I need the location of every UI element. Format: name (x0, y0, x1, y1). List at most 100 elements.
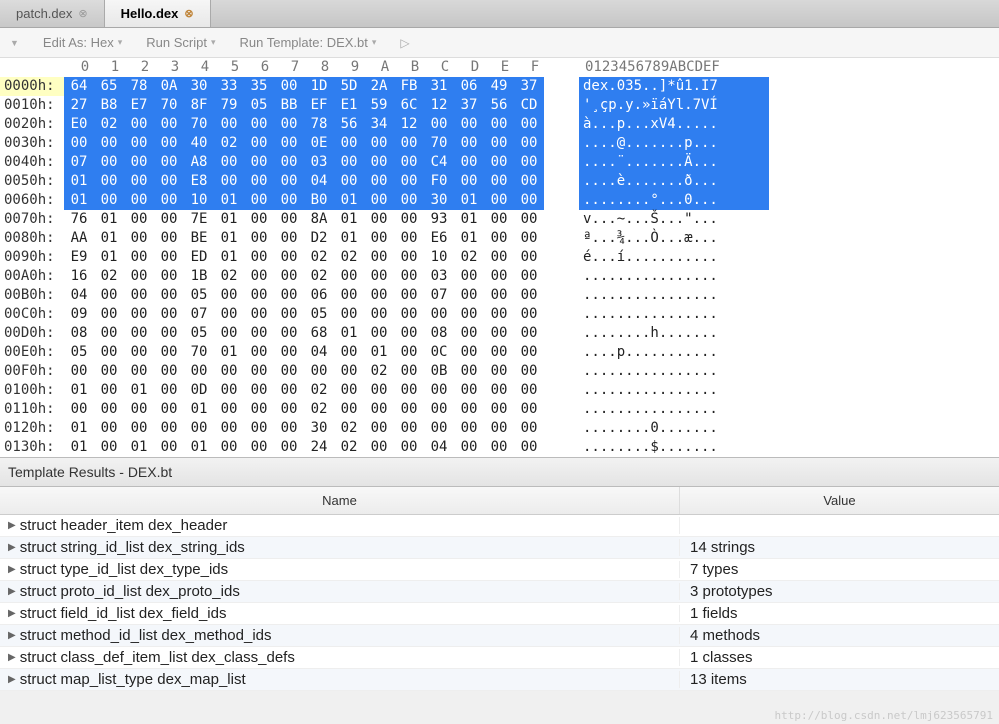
hex-bytes[interactable]: 0500000070010000040001000C000000 (64, 343, 559, 362)
ascii-cell[interactable]: à...p...xV4..... (579, 115, 769, 134)
run-script-dropdown[interactable]: Run Script▾ (146, 35, 215, 50)
result-value: 1 fields (680, 605, 999, 622)
ascii-cell[interactable]: ........°...0... (579, 191, 769, 210)
hex-row[interactable]: 00B0h:04000000050000000600000007000000..… (0, 286, 999, 305)
hex-bytes[interactable]: 01000000000000003002000000000000 (64, 419, 559, 438)
expand-icon[interactable]: ▶ (8, 674, 16, 685)
expand-icon[interactable]: ▶ (8, 630, 16, 641)
hex-row[interactable]: 0070h:760100007E0100008A01000093010000v.… (0, 210, 999, 229)
result-name: struct header_item dex_header (20, 517, 228, 534)
hex-editor[interactable]: 0123456789ABCDEF 0123456789ABCDEF 0000h:… (0, 58, 999, 457)
hex-bytes[interactable]: E0020000700000007856341200000000 (64, 115, 559, 134)
hex-bytes[interactable]: 0100000010010000B001000030010000 (64, 191, 559, 210)
ascii-cell[interactable]: ....p........... (579, 343, 769, 362)
ascii-cell[interactable]: dex.035..]*û1.I7 (579, 77, 769, 96)
close-icon[interactable]: ⊗ (184, 7, 193, 20)
ascii-cell[interactable]: ....è.......ð... (579, 172, 769, 191)
hex-bytes[interactable]: 010001000D0000000200000000000000 (64, 381, 559, 400)
expand-icon[interactable]: ▶ (8, 608, 16, 619)
expand-icon[interactable]: ▶ (8, 564, 16, 575)
options-icon[interactable]: ▼ (10, 38, 19, 48)
close-icon[interactable]: ⊗ (78, 7, 87, 20)
ascii-cell[interactable]: ................ (579, 267, 769, 286)
result-row[interactable]: ▶struct method_id_list dex_method_ids4 m… (0, 625, 999, 647)
hex-row[interactable]: 0000h:6465780A303335001D5D2AFB31064937de… (0, 77, 999, 96)
hex-row[interactable]: 0100h:010001000D0000000200000000000000..… (0, 381, 999, 400)
result-name: struct class_def_item_list dex_class_def… (20, 649, 295, 666)
ascii-cell[interactable]: ................ (579, 305, 769, 324)
ascii-cell[interactable]: ................ (579, 381, 769, 400)
hex-row[interactable]: 0120h:01000000000000003002000000000000..… (0, 419, 999, 438)
tab-hello-dex[interactable]: Hello.dex ⊗ (105, 0, 211, 27)
ascii-cell[interactable]: ................ (579, 400, 769, 419)
hex-row[interactable]: 0110h:00000000010000000200000000000000..… (0, 400, 999, 419)
hex-bytes[interactable]: AA010000BE010000D2010000E6010000 (64, 229, 559, 248)
hex-bytes[interactable]: 07000000A800000003000000C4000000 (64, 153, 559, 172)
expand-icon[interactable]: ▶ (8, 652, 16, 663)
result-row[interactable]: ▶struct string_id_list dex_string_ids14 … (0, 537, 999, 559)
hex-bytes[interactable]: 160200001B0200000200000003000000 (64, 267, 559, 286)
hex-bytes[interactable]: 09000000070000000500000000000000 (64, 305, 559, 324)
result-name: struct map_list_type dex_map_list (20, 671, 246, 688)
tab-bar: patch.dex ⊗ Hello.dex ⊗ (0, 0, 999, 28)
ascii-cell[interactable]: ........$....... (579, 438, 769, 457)
ascii-cell[interactable]: ....@.......p... (579, 134, 769, 153)
hex-bytes[interactable]: 01000100010000002402000004000000 (64, 438, 559, 457)
expand-icon[interactable]: ▶ (8, 520, 16, 531)
hex-bytes[interactable]: 00000000010000000200000000000000 (64, 400, 559, 419)
hex-bytes[interactable]: E9010000ED0100000202000010020000 (64, 248, 559, 267)
results-grid-header: Name Value (0, 487, 999, 515)
hex-bytes[interactable]: 00000000400200000E00000070000000 (64, 134, 559, 153)
expand-icon[interactable]: ▶ (8, 542, 16, 553)
ascii-cell[interactable]: é...í........... (579, 248, 769, 267)
hex-row[interactable]: 0080h:AA010000BE010000D2010000E6010000ª.… (0, 229, 999, 248)
ascii-cell[interactable]: ....¨.......Ä... (579, 153, 769, 172)
run-template-dropdown[interactable]: Run Template: DEX.bt▾ (240, 35, 377, 50)
hex-bytes[interactable]: 0000000000000000000002000B000000 (64, 362, 559, 381)
hex-row[interactable]: 0060h:0100000010010000B001000030010000..… (0, 191, 999, 210)
hex-bytes[interactable]: 27B8E7708F7905BBEFE1596C123756CD (64, 96, 559, 115)
hex-row[interactable]: 0130h:01000100010000002402000004000000..… (0, 438, 999, 457)
hex-bytes[interactable]: 04000000050000000600000007000000 (64, 286, 559, 305)
result-row[interactable]: ▶ struct class_def_item_list dex_class_de… (0, 647, 999, 669)
hex-row[interactable]: 0030h:00000000400200000E00000070000000..… (0, 134, 999, 153)
hex-bytes[interactable]: 08000000050000006801000008000000 (64, 324, 559, 343)
ascii-cell[interactable]: v...~...Š..."... (579, 210, 769, 229)
ascii-column-header: 0123456789ABCDEF (585, 58, 720, 77)
hex-row[interactable]: 0010h:27B8E7708F7905BBEFE1596C123756CD'¸… (0, 96, 999, 115)
ascii-cell[interactable]: '¸çp.y.»ïáYl.7VÍ (579, 96, 769, 115)
result-row[interactable]: ▶struct field_id_list dex_field_ids1 fie… (0, 603, 999, 625)
hex-row[interactable]: 00C0h:09000000070000000500000000000000..… (0, 305, 999, 324)
edit-as-dropdown[interactable]: Edit As: Hex▾ (43, 35, 122, 50)
tab-patch-dex[interactable]: patch.dex ⊗ (0, 0, 105, 27)
run-icon[interactable]: ▷ (400, 36, 409, 50)
expand-icon[interactable]: ▶ (8, 586, 16, 597)
ascii-cell[interactable]: ................ (579, 286, 769, 305)
column-offsets: 0123456789ABCDEF 0123456789ABCDEF (0, 58, 999, 77)
result-row[interactable]: ▶struct map_list_type dex_map_list13 ite… (0, 669, 999, 691)
hex-row[interactable]: 0040h:07000000A800000003000000C4000000..… (0, 153, 999, 172)
result-row[interactable]: ▶ struct header_item dex_header (0, 515, 999, 537)
edit-as-label: Edit As: Hex (43, 35, 114, 50)
ascii-cell[interactable]: ........0....... (579, 419, 769, 438)
ascii-cell[interactable]: ª...¾...Ò...æ... (579, 229, 769, 248)
hex-row[interactable]: 0050h:01000000E800000004000000F0000000..… (0, 172, 999, 191)
hex-bytes[interactable]: 760100007E0100008A01000093010000 (64, 210, 559, 229)
address-cell: 0130h: (0, 438, 64, 457)
address-cell: 00F0h: (0, 362, 64, 381)
hex-row[interactable]: 00A0h:160200001B0200000200000003000000..… (0, 267, 999, 286)
result-row[interactable]: ▶struct type_id_list dex_type_ids7 types (0, 559, 999, 581)
address-cell: 0120h: (0, 419, 64, 438)
result-row[interactable]: ▶struct proto_id_list dex_proto_ids3 pro… (0, 581, 999, 603)
hex-row[interactable]: 0020h:E0020000700000007856341200000000à.… (0, 115, 999, 134)
hex-bytes[interactable]: 6465780A303335001D5D2AFB31064937 (64, 77, 559, 96)
hex-row[interactable]: 00F0h:0000000000000000000002000B000000..… (0, 362, 999, 381)
hex-row[interactable]: 00E0h:0500000070010000040001000C000000..… (0, 343, 999, 362)
column-value-header[interactable]: Value (680, 487, 999, 514)
hex-row[interactable]: 0090h:E9010000ED0100000202000010020000é.… (0, 248, 999, 267)
ascii-cell[interactable]: ................ (579, 362, 769, 381)
ascii-cell[interactable]: ........h....... (579, 324, 769, 343)
column-name-header[interactable]: Name (0, 487, 680, 514)
hex-bytes[interactable]: 01000000E800000004000000F0000000 (64, 172, 559, 191)
hex-row[interactable]: 00D0h:08000000050000006801000008000000..… (0, 324, 999, 343)
